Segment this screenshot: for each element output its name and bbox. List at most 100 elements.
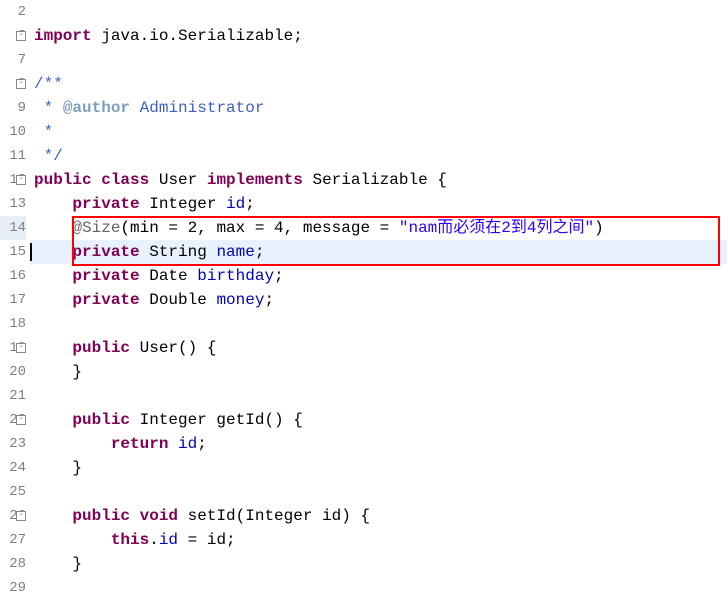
code-token xyxy=(34,243,72,261)
code-token: id xyxy=(226,195,245,213)
line-number: 24 xyxy=(0,456,26,480)
code-token: private xyxy=(72,195,139,213)
code-token: private xyxy=(72,243,139,261)
code-line[interactable]: } xyxy=(30,360,727,384)
collapse-toggle-icon[interactable]: - xyxy=(16,31,26,41)
code-token xyxy=(34,411,72,429)
code-line[interactable]: -public class User implements Serializab… xyxy=(30,168,727,192)
code-token: } xyxy=(34,363,82,381)
code-token xyxy=(130,507,140,525)
line-number: 17 xyxy=(0,288,26,312)
code-line[interactable]: * xyxy=(30,120,727,144)
code-token: this xyxy=(111,531,149,549)
code-token: ; xyxy=(264,291,274,309)
line-number: 21 xyxy=(0,384,26,408)
code-token: . xyxy=(149,531,159,549)
line-number: 10 xyxy=(0,120,26,144)
code-line[interactable]: private Integer id; xyxy=(30,192,727,216)
code-token: @Size xyxy=(72,219,120,237)
code-token: = id; xyxy=(178,531,236,549)
code-token xyxy=(34,507,72,525)
code-text-area[interactable]: -import java.io.Serializable; -/** * @au… xyxy=(30,0,727,600)
code-line[interactable]: private String name; xyxy=(30,240,727,264)
code-token: Integer xyxy=(140,195,226,213)
code-token xyxy=(92,171,102,189)
code-line[interactable] xyxy=(30,0,727,24)
code-token: void xyxy=(140,507,178,525)
code-line[interactable]: private Double money; xyxy=(30,288,727,312)
code-line[interactable]: - public User() { xyxy=(30,336,727,360)
code-line[interactable]: - public Integer getId() { xyxy=(30,408,727,432)
code-token: /** xyxy=(34,75,63,93)
code-token: private xyxy=(72,291,139,309)
code-token xyxy=(34,435,111,453)
code-token: } xyxy=(34,459,82,477)
code-token: Double xyxy=(140,291,217,309)
line-number: 14 xyxy=(0,216,26,240)
line-number: 28 xyxy=(0,552,26,576)
code-token: String xyxy=(140,243,217,261)
line-number: 15 xyxy=(0,240,26,264)
line-number: 7 xyxy=(0,48,26,72)
code-line[interactable] xyxy=(30,312,727,336)
code-line[interactable]: } xyxy=(30,552,727,576)
code-token: Integer getId() { xyxy=(130,411,303,429)
line-number: 29 xyxy=(0,576,26,600)
code-token: import xyxy=(34,27,92,45)
code-token: public xyxy=(72,507,130,525)
code-token xyxy=(34,291,72,309)
code-line[interactable] xyxy=(30,48,727,72)
text-cursor xyxy=(30,243,32,261)
code-token: return xyxy=(111,435,169,453)
code-line[interactable]: @Size(min = 2, max = 4, message = "nam而必… xyxy=(30,216,727,240)
code-line[interactable] xyxy=(30,480,727,504)
collapse-toggle-icon[interactable]: - xyxy=(16,343,26,353)
code-token xyxy=(34,267,72,285)
code-line[interactable] xyxy=(30,576,727,600)
code-line[interactable]: * @author Administrator xyxy=(30,96,727,120)
code-token: Administrator xyxy=(130,99,264,117)
code-token: * xyxy=(34,123,53,141)
code-token: User() { xyxy=(130,339,216,357)
code-line[interactable]: return id; xyxy=(30,432,727,456)
code-token: "nam而必须在2到4列之间" xyxy=(399,219,594,237)
code-token xyxy=(168,435,178,453)
code-token: */ xyxy=(34,147,63,165)
code-token xyxy=(34,195,72,213)
code-token: Date xyxy=(140,267,198,285)
code-line[interactable]: private Date birthday; xyxy=(30,264,727,288)
code-token: Serializable { xyxy=(303,171,447,189)
code-token: birthday xyxy=(197,267,274,285)
code-token: public xyxy=(72,411,130,429)
code-line[interactable]: } xyxy=(30,456,727,480)
code-token: ) xyxy=(594,219,604,237)
code-line[interactable] xyxy=(30,384,727,408)
line-number: 27 xyxy=(0,528,26,552)
code-editor[interactable]: 2378910111213141516171819202122232425262… xyxy=(0,0,727,600)
line-number: 2 xyxy=(0,0,26,24)
collapse-toggle-icon[interactable]: - xyxy=(16,79,26,89)
code-line[interactable]: -import java.io.Serializable; xyxy=(30,24,727,48)
line-number: 25 xyxy=(0,480,26,504)
code-line[interactable]: this.id = id; xyxy=(30,528,727,552)
code-token xyxy=(34,339,72,357)
code-token: setId(Integer id) { xyxy=(178,507,370,525)
line-number: 20 xyxy=(0,360,26,384)
code-token: id xyxy=(178,435,197,453)
code-line[interactable]: - public void setId(Integer id) { xyxy=(30,504,727,528)
collapse-toggle-icon[interactable]: - xyxy=(16,415,26,425)
code-token: @author xyxy=(63,99,130,117)
code-token: implements xyxy=(207,171,303,189)
line-number: 13 xyxy=(0,192,26,216)
code-line[interactable]: -/** xyxy=(30,72,727,96)
code-line[interactable]: */ xyxy=(30,144,727,168)
code-token: * xyxy=(34,99,63,117)
line-number: 23 xyxy=(0,432,26,456)
collapse-toggle-icon[interactable]: - xyxy=(16,511,26,521)
collapse-toggle-icon[interactable]: - xyxy=(16,175,26,185)
code-token: ; xyxy=(274,267,284,285)
code-token: ; xyxy=(255,243,265,261)
code-token: class xyxy=(101,171,149,189)
code-token xyxy=(34,531,111,549)
code-token: public xyxy=(72,339,130,357)
